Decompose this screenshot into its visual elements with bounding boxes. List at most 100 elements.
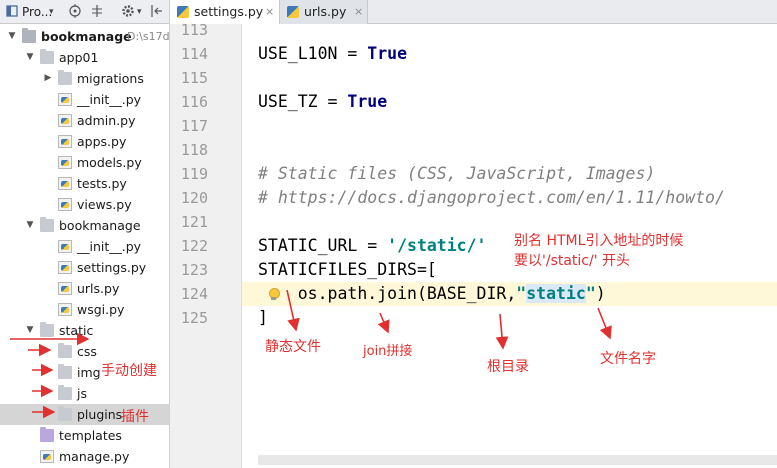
code-line[interactable]: USE_L10N = True [242,42,777,66]
python-file-icon [58,135,72,148]
folder-icon [40,217,54,232]
collapse-icon[interactable] [90,4,104,20]
tree-item[interactable]: __init__.py [0,236,169,257]
python-file-icon [58,93,72,106]
project-view-icon[interactable] [6,4,18,20]
tree-item[interactable]: settings.py [0,257,169,278]
target-icon[interactable] [68,4,82,20]
close-icon[interactable]: × [265,0,274,24]
folder-icon [40,322,54,337]
tree-item-label: tests.py [77,176,127,191]
chevron-down-icon[interactable]: ▾ [137,4,142,20]
tree-item[interactable]: ▼ bookmanageD:\s17djn [0,26,169,47]
code-line[interactable]: # https://docs.djangoproject.com/en/1.11… [242,186,777,210]
tree-item-label: models.py [77,155,142,170]
annotation-alias-line2: 要以'/static/' 开头 [514,253,631,269]
tree-item-label: admin.py [77,113,136,128]
line-number: 118 [180,141,208,159]
tree-item-label: views.py [77,197,132,212]
chevron-right-icon[interactable]: ▶ [42,68,54,89]
tree-item[interactable]: css [0,341,169,362]
folder-icon [40,49,54,64]
python-file-icon [287,6,299,18]
python-file-icon [58,282,72,295]
python-file-icon [40,450,54,463]
folder-icon [58,364,72,379]
annotation-join: join拼接 [363,344,413,359]
gear-icon[interactable] [121,4,135,20]
tree-item[interactable]: models.py [0,152,169,173]
tree-item[interactable]: ▼ static [0,320,169,341]
tree-item[interactable]: views.py [0,194,169,215]
tree-item-label: urls.py [77,281,120,296]
annotation-alias-line1: 别名 HTML引入地址的时候 [514,233,684,249]
tree-item[interactable]: ▼ app01 [0,47,169,68]
horizontal-scrollbar[interactable] [258,455,777,465]
tree-item[interactable]: __init__.py [0,89,169,110]
tree-item-label: settings.py [77,260,147,275]
code-line[interactable] [242,210,777,234]
code-line[interactable]: ] [242,306,777,330]
folder-icon [22,28,36,43]
line-number: 125 [180,309,208,327]
lightbulb-icon[interactable] [268,288,280,300]
annotation-manual-create: 手动创建 [101,363,157,379]
chevron-down-icon[interactable]: ▼ [24,47,36,68]
annotation-static-dir: 静态文件 [265,339,321,355]
line-number: 113 [180,21,208,39]
code-line[interactable]: STATICFILES_DIRS=[ [242,258,777,282]
tree-item[interactable]: wsgi.py [0,299,169,320]
tree-item-label: css [77,344,97,359]
line-number-gutter[interactable]: 113 114 115 116 117 118 119 120 121 122 123 124 125 [170,21,254,468]
line-number: 124 [180,285,208,303]
tree-item[interactable]: urls.py [0,278,169,299]
code-editor[interactable]: USE_L10N = True USE_TZ = True # Static fil… [242,24,777,468]
python-file-icon [58,114,72,127]
code-line[interactable] [242,138,777,162]
chevron-down-icon[interactable]: ▾ [49,4,54,20]
tree-item-label: __init__.py [77,92,142,107]
tree-item-label: bookmanage [41,29,132,44]
tree-item[interactable]: admin.py [0,110,169,131]
tree-item-label: img [77,365,101,380]
tree-item-label: js [77,386,87,401]
code-line[interactable]: os.path.join(BASE_DIR,"static") [242,282,777,306]
code-line[interactable]: STATIC_URL = '/static/' [242,234,777,258]
tab-urls-py[interactable]: urls.py × [280,0,368,24]
hide-icon[interactable] [150,4,164,20]
code-line[interactable] [242,114,777,138]
tree-item-label: wsgi.py [77,302,125,317]
code-line[interactable] [242,66,777,90]
python-file-icon [177,6,189,18]
folder-icon [40,427,54,442]
tree-item-label: app01 [59,50,99,65]
chevron-down-icon[interactable]: ▼ [6,26,18,47]
line-number: 115 [180,69,208,87]
tree-item[interactable]: apps.py [0,131,169,152]
tree-item[interactable]: js [0,383,169,404]
python-file-icon [58,198,72,211]
project-panel: Pro... ▾ ▾ ▼bookmanageD:\s17djn▼app01▶mi… [0,0,170,468]
line-number: 122 [180,237,208,255]
tree-item[interactable]: manage.py [0,446,169,467]
chevron-down-icon[interactable]: ▼ [24,215,36,236]
tree-item-label: apps.py [77,134,127,149]
close-icon[interactable]: × [354,0,363,24]
tree-item[interactable]: templates [0,425,169,446]
code-line[interactable] [242,24,777,42]
folder-icon [58,70,72,85]
folder-icon [58,406,72,421]
chevron-down-icon[interactable]: ▼ [24,320,36,341]
tree-item-label: migrations [77,71,144,86]
code-line[interactable]: USE_TZ = True [242,90,777,114]
code-line[interactable]: # Static files (CSS, JavaScript, Images) [242,162,777,186]
tree-item-label: manage.py [59,449,130,464]
annotation-plugins: 插件 [121,409,149,425]
tree-item[interactable]: tests.py [0,173,169,194]
tree-item[interactable]: ▶ migrations [0,68,169,89]
project-view-title[interactable]: Pro... [22,4,52,20]
python-file-icon [58,261,72,274]
line-number: 116 [180,93,208,111]
tree-item-label: bookmanage [59,218,141,233]
tree-item[interactable]: ▼ bookmanage [0,215,169,236]
